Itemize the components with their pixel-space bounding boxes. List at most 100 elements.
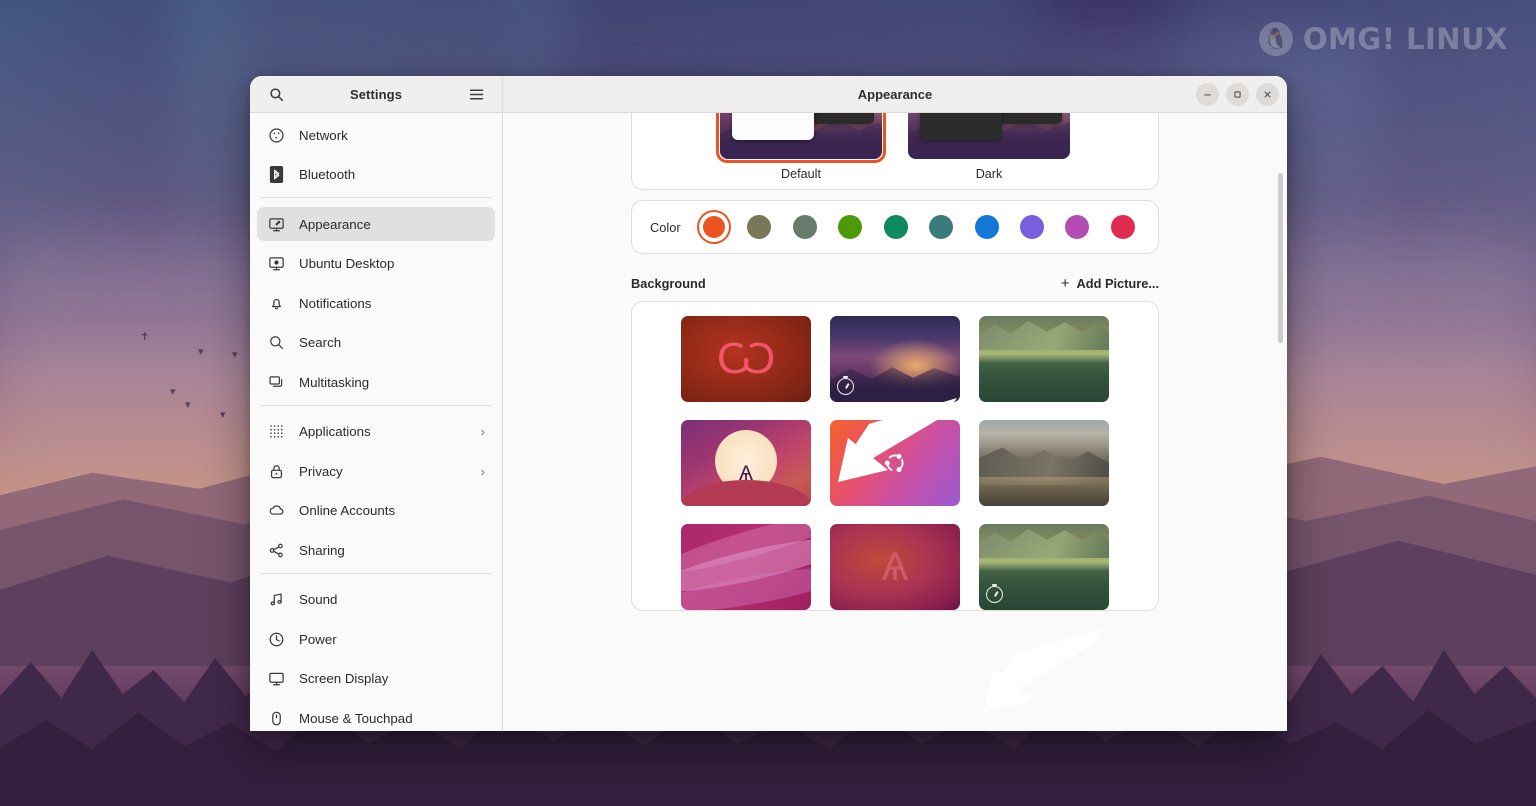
bell-icon (267, 294, 286, 313)
search-icon[interactable] (262, 80, 290, 108)
style-selector-card: Default Dark (631, 113, 1159, 190)
bird-silhouette: ▾ (170, 386, 176, 398)
appearance-icon (267, 215, 286, 234)
sidebar-item-label: Ubuntu Desktop (299, 256, 395, 271)
headerbar-sidebar-section: Settings (250, 76, 503, 112)
sidebar-item-notifications[interactable]: Notifications (257, 286, 495, 320)
power-icon (267, 630, 286, 649)
sidebar-item-label: Screen Display (299, 671, 389, 686)
sidebar-item-label: Multitasking (299, 374, 370, 390)
sidebar-item-label: Notifications (299, 295, 372, 311)
accent-swatch-orange[interactable] (697, 210, 731, 244)
share-nodes-icon (267, 541, 286, 560)
chevron-right-icon: › (480, 463, 485, 479)
add-picture-label: Add Picture... (1076, 276, 1159, 291)
network-icon (267, 126, 286, 145)
sidebar-item-online-accounts[interactable]: Online Accounts (257, 494, 495, 528)
accent-swatch-purple[interactable] (1015, 210, 1049, 244)
wallpaper-kudu-red[interactable]: Ѡ (681, 316, 811, 402)
leaping-kudu-glyph: Ѧ (881, 545, 909, 589)
lock-icon (267, 462, 286, 481)
kudu-glyph: Ѡ (716, 334, 776, 383)
wallpaper-sunset-kudu[interactable]: Ѧ (681, 420, 811, 506)
sidebar-item-search[interactable]: Search (257, 326, 495, 360)
accent-swatch-green[interactable] (833, 210, 867, 244)
sidebar-item-sharing[interactable]: Sharing (257, 533, 495, 567)
chevron-right-icon: › (480, 424, 485, 439)
wallpaper-green-lake[interactable] (979, 316, 1109, 402)
accent-swatch-olive[interactable] (742, 210, 776, 244)
style-option-default[interactable]: Default (716, 113, 886, 181)
ubuntu-desktop-icon (267, 254, 286, 273)
sidebar-item-appearance[interactable]: Appearance (257, 207, 495, 241)
accent-color-card: Color (631, 200, 1159, 254)
sidebar-item-label: Network (299, 127, 348, 143)
sidebar-item-screen-display[interactable]: Screen Display (257, 662, 495, 696)
accent-swatch-sage[interactable] (788, 210, 822, 244)
penguin-icon: 🐧 (1258, 22, 1293, 56)
window-body: Network Bluetooth Appearance Ubuntu Desktop… (250, 113, 1287, 731)
sidebar-item-network[interactable]: Network (257, 118, 495, 152)
plus-icon: + (1060, 275, 1070, 292)
bird-silhouette: ▾ (198, 346, 204, 358)
wallpaper-fjord-dunes[interactable] (979, 420, 1109, 506)
window-controls (1196, 82, 1279, 106)
accent-swatch-emerald[interactable] (879, 210, 913, 244)
cloud-icon (267, 501, 286, 520)
accent-color-swatches (697, 210, 1140, 244)
sidebar-item-multitasking[interactable]: Multitasking (257, 365, 495, 399)
sidebar-item-privacy[interactable]: Privacy › (257, 454, 495, 488)
sidebar-separator (261, 197, 491, 198)
content-scrollbar[interactable] (1278, 173, 1283, 343)
sidebar-item-label: Sound (299, 592, 338, 607)
window-headerbar: Settings Appearance (250, 76, 1287, 113)
music-note-icon (267, 590, 286, 609)
sidebar-item-bluetooth[interactable]: Bluetooth (257, 158, 495, 192)
add-picture-button[interactable]: + Add Picture... (1061, 276, 1159, 291)
wallpaper-ubuntu-logo[interactable] (830, 420, 960, 506)
style-option-dark[interactable]: Dark (908, 113, 1070, 181)
sidebar-item-label: Power (299, 631, 337, 647)
swatch-dot (1019, 215, 1044, 239)
sidebar-item-label: Applications (299, 424, 371, 439)
swatch-dot (1110, 215, 1135, 239)
accent-swatch-blue[interactable] (970, 210, 1004, 244)
swatch-dot (974, 215, 999, 239)
swatch-dot (838, 215, 863, 239)
wallpaper-grid: Ѡ Ѧ Ѧ (632, 316, 1158, 610)
accent-swatch-teal[interactable] (924, 210, 958, 244)
bird-silhouette: ▾ (220, 409, 226, 421)
wallpaper-pink-waves[interactable] (681, 524, 811, 610)
sidebar-separator (261, 404, 491, 406)
preview-window-front (732, 113, 814, 140)
swatch-dot (1065, 215, 1090, 239)
sidebar-item-power[interactable]: Power (257, 622, 495, 656)
wallpaper-green-lake-2[interactable] (979, 524, 1109, 610)
color-label: Color (650, 219, 681, 235)
minimize-button[interactable] (1196, 82, 1219, 106)
sidebar-item-label: Privacy (299, 463, 343, 479)
watermark-text: OMG! LINUX (1302, 22, 1508, 56)
style-options: Default Dark (632, 113, 1158, 189)
close-button[interactable] (1256, 82, 1279, 106)
accent-swatch-magenta[interactable] (1060, 210, 1094, 244)
style-label: Dark (975, 167, 1003, 181)
swatch-dot (792, 215, 817, 239)
background-section-header: Background + Add Picture... (631, 276, 1159, 291)
ubuntu-logo-icon (830, 420, 960, 506)
page-title: Appearance (857, 86, 933, 102)
dynamic-wallpaper-timer-icon (837, 375, 854, 395)
sidebar-item-sound[interactable]: Sound (257, 583, 495, 617)
sidebar-item-ubuntu-desktop[interactable]: Ubuntu Desktop (257, 247, 495, 281)
sidebar-item-label: Sharing (299, 542, 345, 558)
wallpaper-leaping-kudu[interactable]: Ѧ (830, 524, 960, 610)
wallpaper-aurora-valley[interactable] (830, 316, 960, 402)
hamburger-menu-icon[interactable] (462, 80, 490, 108)
omg-linux-watermark: 🐧 OMG! LINUX (1258, 22, 1508, 56)
sidebar-item-applications[interactable]: Applications › (257, 415, 495, 449)
maximize-button[interactable] (1226, 82, 1249, 106)
sidebar-item-label: Search (299, 335, 342, 350)
settings-sidebar: Network Bluetooth Appearance Ubuntu Desktop… (250, 113, 503, 731)
sidebar-item-mouse-touchpad[interactable]: Mouse & Touchpad (257, 701, 495, 731)
accent-swatch-red[interactable] (1106, 210, 1140, 244)
